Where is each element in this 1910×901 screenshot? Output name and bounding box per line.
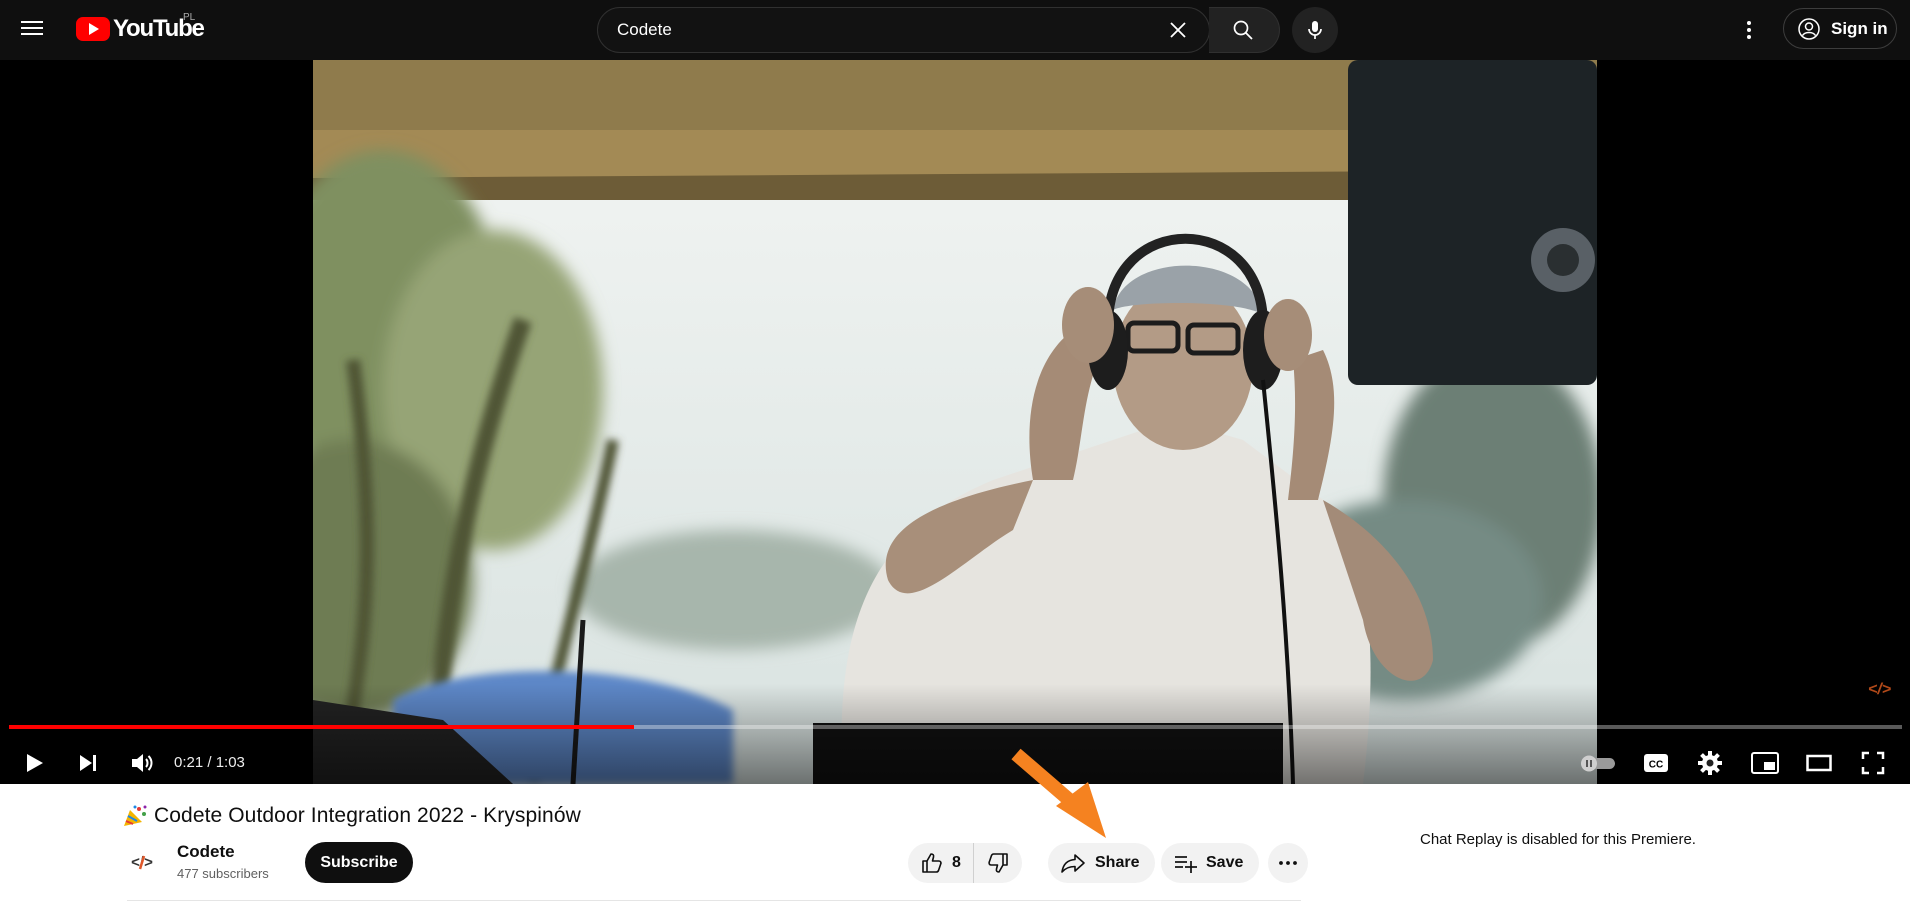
subscriber-count: 477 subscribers [177, 866, 269, 881]
annotation-arrow-icon [1011, 748, 1106, 838]
share-button[interactable]: Share [1048, 843, 1156, 883]
share-label: Share [1095, 854, 1140, 871]
svg-text:CC: CC [1649, 760, 1663, 771]
progress-bar[interactable] [9, 725, 1902, 729]
settings-button[interactable] [1690, 743, 1730, 783]
next-button[interactable] [68, 743, 108, 783]
miniplayer-button[interactable] [1745, 743, 1785, 783]
theater-mode-button[interactable] [1799, 743, 1839, 783]
thumbs-up-icon [922, 853, 942, 873]
channel-watermark[interactable]: </> [1868, 681, 1892, 701]
play-icon [27, 754, 43, 772]
like-dislike-group: 8 [908, 843, 1022, 883]
time-display: 0:21 / 1:03 [174, 754, 245, 771]
channel-avatar[interactable]: </> [127, 847, 157, 877]
subscribe-button[interactable]: Subscribe [305, 842, 413, 883]
video-frame[interactable] [313, 60, 1597, 784]
video-title: Codete Outdoor Integration 2022 - Kryspi… [154, 804, 581, 827]
captions-button[interactable]: CC [1636, 743, 1676, 783]
dislike-button[interactable] [974, 843, 1022, 883]
search-icon [1233, 20, 1253, 40]
next-icon [80, 755, 96, 771]
playlist-add-icon [1175, 856, 1197, 873]
search-input[interactable] [617, 8, 1077, 52]
progress-played [9, 725, 634, 729]
controls-gradient [0, 684, 1910, 784]
horizontal-dots-icon [1279, 861, 1297, 865]
miniplayer-icon [1751, 752, 1779, 774]
volume-button[interactable] [122, 743, 162, 783]
fullscreen-button[interactable] [1853, 743, 1893, 783]
youtube-play-logo-icon [76, 17, 110, 41]
autoplay-toggle-icon [1581, 755, 1615, 772]
volume-icon [132, 754, 153, 772]
theater-mode-icon [1806, 754, 1832, 772]
search-box [597, 7, 1210, 53]
microphone-icon [1308, 21, 1322, 39]
search-button[interactable] [1209, 7, 1280, 53]
more-options-icon[interactable] [1734, 15, 1764, 45]
save-button[interactable]: Save [1161, 843, 1260, 883]
like-count: 8 [952, 854, 961, 871]
sign-in-label: Sign in [1831, 18, 1888, 38]
gear-icon [1698, 751, 1722, 775]
clear-search-icon[interactable] [1166, 18, 1190, 42]
voice-search-button[interactable] [1292, 7, 1338, 53]
share-arrow-icon [1061, 854, 1085, 873]
closed-captions-icon: CC [1644, 754, 1668, 772]
video-title-row: Codete Outdoor Integration 2022 - Kryspi… [122, 803, 581, 829]
save-label: Save [1206, 854, 1244, 871]
more-actions-button[interactable] [1268, 843, 1308, 883]
channel-name[interactable]: Codete [177, 842, 235, 862]
video-player[interactable]: </> 0:21 / 1:03 CC [0, 60, 1910, 784]
chat-replay-disabled-note: Chat Replay is disabled for this Premier… [1420, 831, 1696, 848]
region-code: PL [183, 12, 196, 23]
party-emoji-icon [124, 805, 147, 826]
autoplay-toggle[interactable] [1578, 743, 1618, 783]
account-icon [1798, 17, 1820, 40]
play-button[interactable] [14, 743, 54, 783]
top-bar: YouTube PL Sign in [0, 0, 1910, 60]
like-button[interactable]: 8 [908, 843, 974, 883]
sign-in-button[interactable]: Sign in [1783, 8, 1897, 49]
fullscreen-icon [1861, 751, 1885, 775]
hamburger-menu-icon[interactable] [19, 17, 45, 43]
thumbs-down-icon [988, 853, 1008, 873]
